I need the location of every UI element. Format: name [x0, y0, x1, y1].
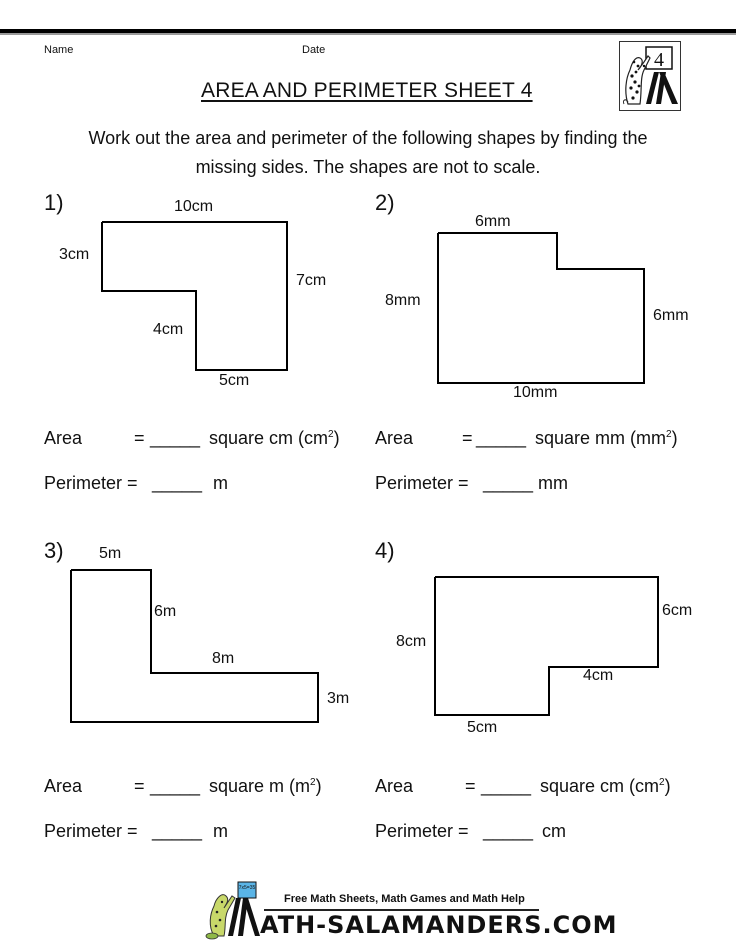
problem-4-perimeter-input[interactable]: _____ [483, 821, 533, 842]
problem-4-perimeter-label: Perimeter = [375, 821, 469, 841]
unit-text: square cm (cm [540, 776, 660, 796]
problem-4-label-bottom: 5cm [467, 719, 498, 736]
problem-4-shape [434, 576, 659, 716]
problem-3-perimeter-input[interactable]: _____ [152, 821, 202, 842]
footer-logo[interactable]: 7x5=35 Free Math Sheets, Math Games and … [200, 880, 617, 940]
problem-4-perimeter-unit: cm [542, 821, 566, 841]
problem-4-area-label: Area [375, 776, 414, 796]
problem-3-area-label: Area [44, 776, 83, 796]
footer-brand: ATH-SALAMANDERS.COM [260, 911, 618, 939]
problem-3-area-unit: square m (m2) [209, 776, 322, 797]
problem-4-label-left: 8cm [396, 633, 427, 650]
problem-3-area-eq: = [134, 776, 145, 796]
problem-4-label-inner: 4cm [583, 667, 614, 684]
problem-4-area-unit: square cm (cm2) [540, 776, 671, 797]
footer-tagline: Free Math Sheets, Math Games and Math He… [284, 893, 525, 905]
unit-text: square m (m [209, 776, 311, 796]
problem-3-perimeter-unit: m [213, 821, 228, 841]
problem-4-label-right: 6cm [662, 602, 693, 619]
problem-4-area-eq: = [465, 776, 476, 796]
problem-4-area-input[interactable]: _____ [481, 776, 531, 797]
unit-close: ) [315, 776, 322, 796]
problem-3-area-input[interactable]: _____ [150, 776, 200, 797]
unit-close: ) [664, 776, 671, 796]
problem-3-perimeter-label: Perimeter = [44, 821, 138, 841]
board-text: 7x5=35 [239, 885, 256, 891]
